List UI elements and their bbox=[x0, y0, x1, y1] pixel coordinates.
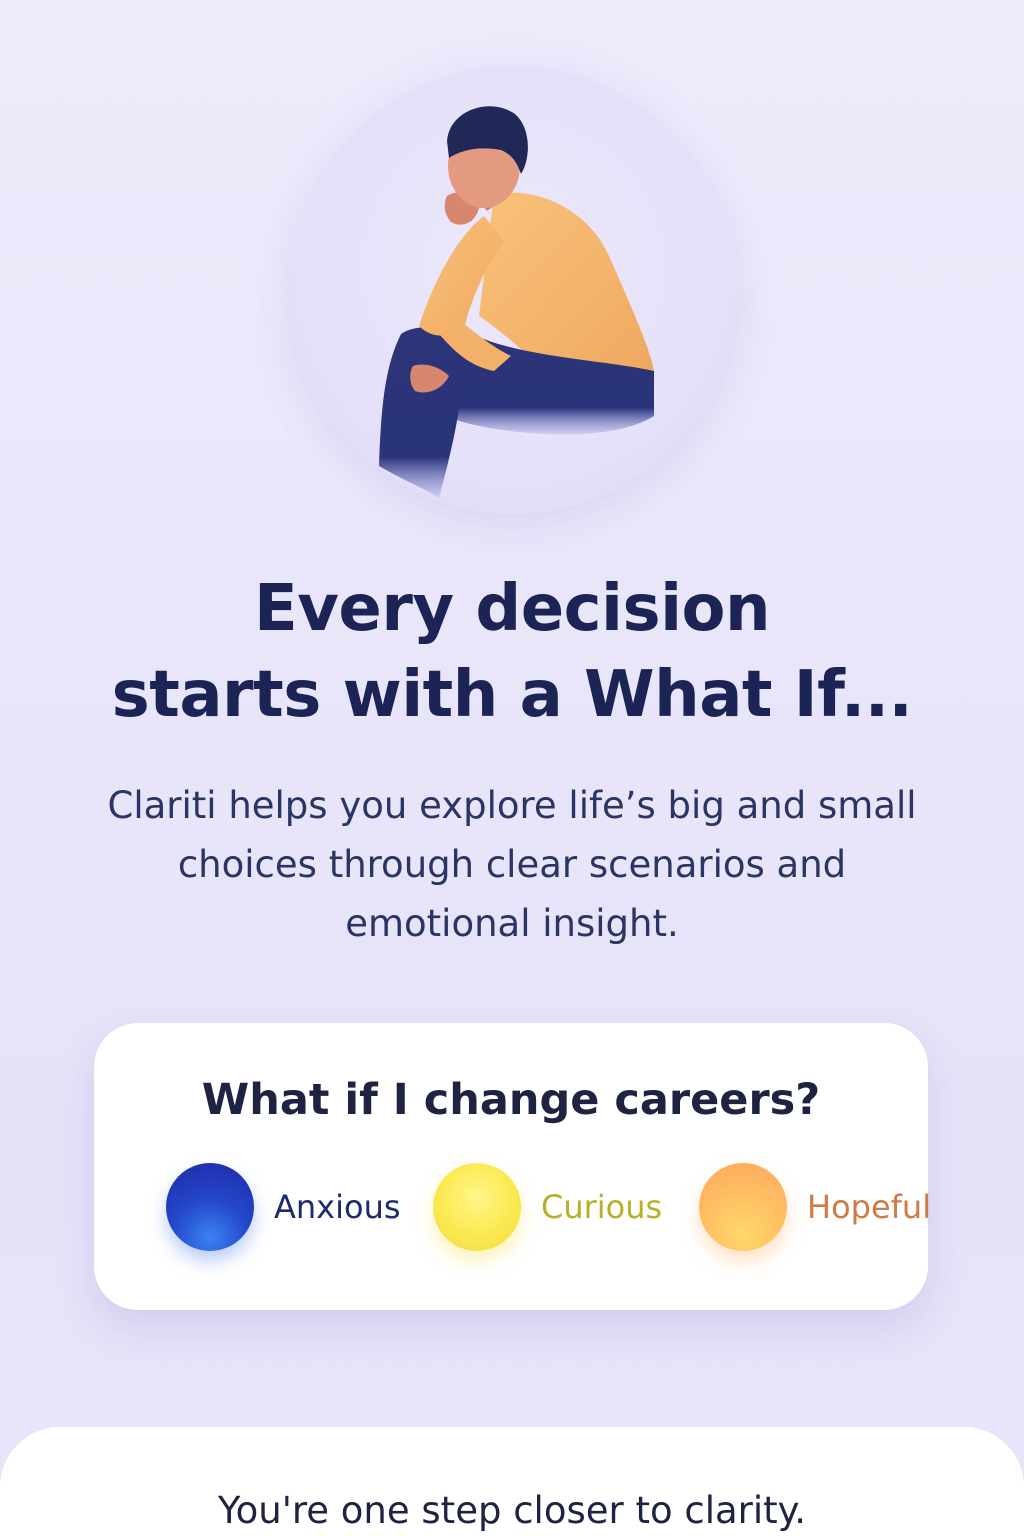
bottom-sheet-message: You're one step closer to clarity. bbox=[217, 1489, 807, 1532]
headline-line-2: starts with a What If... bbox=[111, 658, 913, 732]
emotion-option-curious[interactable]: Curious bbox=[433, 1161, 662, 1253]
subtext-line-1: Clariti helps you explore life’s big and… bbox=[107, 784, 917, 827]
curious-orb-icon bbox=[433, 1163, 521, 1251]
emotion-option-hopeful[interactable]: Hopeful bbox=[699, 1161, 931, 1253]
emotion-label: Hopeful bbox=[807, 1188, 932, 1226]
scenario-question: What if I change careers? bbox=[201, 1075, 821, 1125]
subtext-line-2: choices through clear scenarios and bbox=[177, 843, 847, 886]
emotion-label: Curious bbox=[541, 1188, 663, 1226]
hopeful-orb-icon bbox=[699, 1163, 787, 1251]
subtext-line-3: emotional insight. bbox=[345, 902, 679, 945]
headline-line-1: Every decision bbox=[253, 572, 771, 646]
person-thinking-illustration bbox=[379, 106, 654, 498]
bottom-sheet: You're one step closer to clarity. bbox=[0, 1427, 1024, 1536]
scenario-card: What if I change careers? Anxious Curiou… bbox=[94, 1023, 931, 1310]
emotion-label: Anxious bbox=[274, 1188, 401, 1226]
emotion-option-anxious[interactable]: Anxious bbox=[166, 1161, 401, 1253]
anxious-orb-icon bbox=[166, 1163, 254, 1251]
